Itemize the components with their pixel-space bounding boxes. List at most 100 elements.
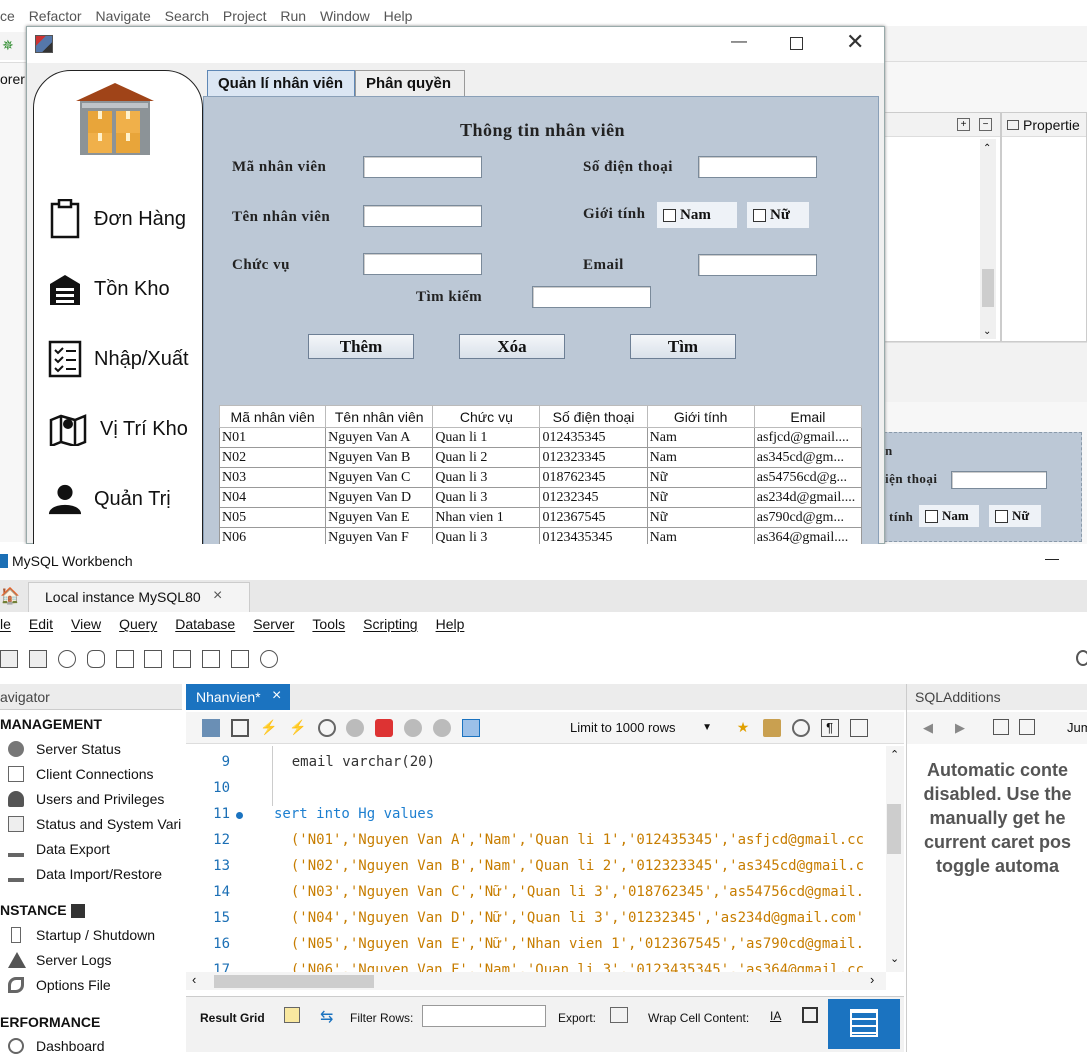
- nav-startup-shutdown[interactable]: Startup / Shutdown: [8, 927, 155, 943]
- toggle-error-icon[interactable]: [375, 719, 394, 738]
- expand-all-icon[interactable]: +: [957, 118, 970, 131]
- autocommit-icon[interactable]: [462, 719, 481, 738]
- auto-help-icon[interactable]: [1019, 719, 1035, 735]
- table-row[interactable]: N04 Nguyen Van D Quan li 3 01232345 Nữ as234d…: [218, 487, 863, 508]
- refresh-icon[interactable]: ⇆: [320, 1007, 333, 1027]
- invisible-chars-icon[interactable]: ¶: [820, 719, 839, 738]
- info-icon[interactable]: [57, 650, 76, 669]
- scroll-up-icon[interactable]: ⌃: [983, 143, 991, 154]
- menu-edit[interactable]: Edit: [29, 616, 53, 632]
- delete-button[interactable]: Xóa: [459, 334, 565, 359]
- bookmark-star-icon[interactable]: ★: [734, 719, 752, 737]
- nav-users-privileges[interactable]: Users and Privileges: [8, 791, 164, 807]
- debug-icon[interactable]: ✵: [2, 37, 14, 54]
- limit-rows-select[interactable]: Limit to 1000 rows ▼: [570, 717, 716, 739]
- scroll-left-icon[interactable]: ‹: [192, 972, 196, 987]
- sidebar-item-nhap-xuat[interactable]: Nhập/Xuất: [48, 337, 189, 381]
- execute-current-icon[interactable]: ⚡: [289, 719, 307, 737]
- ma-nv-input[interactable]: [363, 156, 482, 178]
- eclipse-menu-item[interactable]: Navigate: [96, 8, 151, 24]
- beautify-icon[interactable]: [762, 719, 781, 738]
- outline-scrollbar[interactable]: ⌃ ⌄: [980, 139, 996, 339]
- find-icon[interactable]: [791, 719, 810, 738]
- jump-to-label[interactable]: Jum: [1067, 720, 1087, 735]
- sidebar-item-don-hang[interactable]: Đơn Hàng: [48, 197, 186, 241]
- home-icon[interactable]: 🏠: [0, 586, 20, 606]
- manual-help-icon[interactable]: [993, 719, 1009, 735]
- minimize-icon[interactable]: —: [731, 33, 747, 51]
- eclipse-menu-item[interactable]: Window: [320, 8, 370, 24]
- menu-query[interactable]: Query: [119, 616, 157, 632]
- table-row[interactable]: N03 Nguyen Van C Quan li 3 018762345 Nữ as547…: [218, 467, 863, 488]
- settings-icon[interactable]: [1076, 650, 1087, 666]
- sdt-input[interactable]: [698, 156, 817, 178]
- open-sql-icon[interactable]: [28, 650, 47, 669]
- sidebar-item-quan-tri[interactable]: Quản Trị: [48, 477, 171, 521]
- result-grid-view-button[interactable]: [828, 999, 900, 1049]
- column-header[interactable]: Chức vụ: [432, 405, 541, 428]
- nav-server-status[interactable]: Server Status: [8, 741, 121, 757]
- bg-checkbox-nam[interactable]: Nam: [919, 505, 979, 527]
- column-header[interactable]: Tên nhân viên: [325, 405, 434, 428]
- eclipse-menu-item[interactable]: Refactor: [29, 8, 82, 24]
- chuc-vu-input[interactable]: [363, 253, 482, 275]
- close-tab-icon[interactable]: ×: [213, 587, 222, 605]
- grid-icon[interactable]: [284, 1007, 300, 1023]
- export-icon[interactable]: [610, 1007, 628, 1023]
- rollback-icon[interactable]: [433, 719, 452, 738]
- menu-tools[interactable]: Tools: [312, 616, 345, 632]
- table-row[interactable]: N02 Nguyen Van B Quan li 2 012323345 Nam as34…: [218, 447, 863, 468]
- menu-file[interactable]: le: [0, 616, 11, 632]
- create-table-icon[interactable]: [115, 650, 134, 669]
- filter-rows-input[interactable]: [422, 1005, 546, 1027]
- save-icon[interactable]: [230, 719, 249, 738]
- table-row[interactable]: N05 Nguyen Van E Nhan vien 1 012367545 Nữ as7…: [218, 507, 863, 528]
- create-schema-icon[interactable]: [86, 650, 105, 669]
- ten-nv-input[interactable]: [363, 205, 482, 227]
- reconnect-icon[interactable]: [260, 650, 279, 669]
- nav-data-import[interactable]: Data Import/Restore: [8, 866, 162, 882]
- eclipse-menu-item[interactable]: Run: [280, 8, 306, 24]
- menu-view[interactable]: View: [71, 616, 101, 632]
- column-header[interactable]: Mã nhân viên: [218, 405, 327, 428]
- table-row[interactable]: N01 Nguyen Van A Quan li 1 012435345 Nam asfj…: [218, 427, 863, 448]
- code-editor[interactable]: 9 10 11 12 13 14 15 16 17 email varchar(…: [186, 746, 886, 972]
- bg-phone-field[interactable]: [951, 471, 1047, 489]
- create-view-icon[interactable]: [144, 650, 163, 669]
- instance-tab[interactable]: Local instance MySQL80 ×: [28, 582, 250, 612]
- maximize-icon[interactable]: [790, 37, 803, 50]
- search-button[interactable]: Tìm: [630, 334, 736, 359]
- menu-scripting[interactable]: Scripting: [363, 616, 417, 632]
- nav-status-variables[interactable]: Status and System Vari: [8, 816, 181, 832]
- create-procedure-icon[interactable]: [173, 650, 192, 669]
- code-vertical-scrollbar[interactable]: ⌃ ⌄: [886, 746, 904, 972]
- add-button[interactable]: Thêm: [308, 334, 414, 359]
- execute-icon[interactable]: ⚡: [260, 719, 278, 737]
- back-icon[interactable]: ◀: [923, 720, 933, 736]
- menu-server[interactable]: Server: [253, 616, 294, 632]
- open-file-icon[interactable]: [202, 719, 220, 738]
- scroll-down-icon[interactable]: ⌄: [983, 326, 991, 337]
- forward-icon[interactable]: ▶: [955, 720, 965, 736]
- scroll-right-icon[interactable]: ›: [870, 972, 874, 987]
- bg-checkbox-nu[interactable]: Nữ: [989, 505, 1041, 527]
- nav-client-connections[interactable]: Client Connections: [8, 766, 154, 782]
- column-header[interactable]: Email: [753, 405, 863, 428]
- properties-tab[interactable]: Propertie: [1023, 117, 1080, 133]
- new-sql-tab-icon[interactable]: [0, 650, 18, 669]
- tab-phan-quyen[interactable]: Phân quyền: [355, 70, 465, 96]
- result-grid-label[interactable]: Result Grid: [200, 1011, 265, 1025]
- column-header[interactable]: Số điện thoại: [539, 405, 648, 428]
- collapse-all-icon[interactable]: −: [979, 118, 992, 131]
- eclipse-menu-item[interactable]: ce: [0, 8, 15, 24]
- sidebar-item-vi-tri-kho[interactable]: Vị Trí Kho: [48, 407, 188, 451]
- email-input[interactable]: [698, 254, 817, 276]
- wrap-cell-icon[interactable]: IA: [770, 1009, 781, 1023]
- search-table-icon[interactable]: [231, 650, 250, 669]
- minimize-icon[interactable]: —: [1045, 550, 1059, 566]
- stop-icon[interactable]: [346, 719, 365, 738]
- create-function-icon[interactable]: [202, 650, 221, 669]
- column-header[interactable]: Giới tính: [646, 405, 755, 428]
- nav-data-export[interactable]: Data Export: [8, 841, 110, 857]
- search-input[interactable]: [532, 286, 651, 308]
